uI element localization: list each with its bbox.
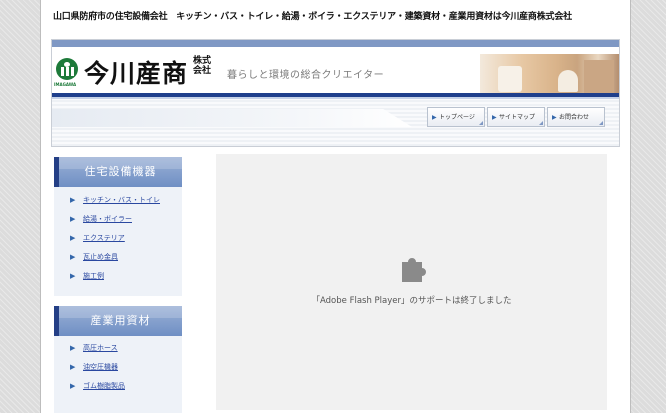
header-top-bar <box>52 40 619 47</box>
sidebar-item-label: 給湯・ボイラー <box>83 215 132 223</box>
nav-label: サイトマップ <box>499 114 536 121</box>
flash-unsupported-message: 「Adobe Flash Player」のサポートは終了しました <box>311 296 512 306</box>
sidebar-heading-industrial: 産業用資材 <box>54 306 182 336</box>
sidebar-item-label: キッチン・バス・トイレ <box>83 196 160 204</box>
sidebar-item-hydraulic[interactable]: ▶ 油空圧機器 <box>54 358 182 377</box>
corner-icon <box>539 121 543 125</box>
nav-arrow-icon: ▶ <box>432 114 437 121</box>
arrow-icon: ▶ <box>70 196 76 204</box>
corner-icon <box>479 121 483 125</box>
puzzle-piece-icon <box>402 258 426 282</box>
page-container: 山口県防府市の住宅設備会社 キッチン・バス・トイレ・給湯・ボイラ・エクステリア・… <box>40 0 631 413</box>
arrow-icon: ▶ <box>70 344 76 352</box>
sidebar-item-roof-hardware[interactable]: ▶ 瓦止め金具 <box>54 248 182 267</box>
sidebar-list-housing: ▶ キッチン・バス・トイレ ▶ 給湯・ボイラー ▶ エクステリア ▶ 瓦止め金具… <box>54 191 182 286</box>
sidebar-gap <box>54 296 182 306</box>
tagline: 暮らしと環境の総合クリエイター <box>227 70 385 81</box>
sidebar-item-hose[interactable]: ▶ 高圧ホース <box>54 339 182 358</box>
site-description: 山口県防府市の住宅設備会社 キッチン・バス・トイレ・給湯・ボイラ・エクステリア・… <box>53 12 572 22</box>
company-name[interactable]: 今川産商 <box>84 54 188 90</box>
logo-subtext: IMAGAWA <box>54 82 77 87</box>
sidebar-list-industrial: ▶ 高圧ホース ▶ 油空圧機器 ▶ ゴム樹脂製品 <box>54 339 182 396</box>
sidebar-item-examples[interactable]: ▶ 施工例 <box>54 267 182 286</box>
nav-top-page-button[interactable]: ▶ トップページ <box>427 107 485 127</box>
flash-placeholder[interactable]: 「Adobe Flash Player」のサポートは終了しました <box>216 154 607 410</box>
nav-label: お問合わせ <box>559 114 590 121</box>
sidebar-item-label: 施工例 <box>83 272 104 280</box>
arrow-icon: ▶ <box>70 363 76 371</box>
sidebar-heading-housing: 住宅設備機器 <box>54 157 182 187</box>
sidebar-item-label: 高圧ホース <box>83 344 118 352</box>
sidebar-item-label: 瓦止め金具 <box>83 253 118 261</box>
logo-area: IMAGAWA 今川産商 株式会社 暮らしと環境の総合クリエイター <box>52 47 619 100</box>
sidebar-item-boiler[interactable]: ▶ 給湯・ボイラー <box>54 210 182 229</box>
company-logo-icon[interactable] <box>56 58 78 80</box>
sidebar-item-exterior[interactable]: ▶ エクステリア <box>54 229 182 248</box>
sidebar-item-label: ゴム樹脂製品 <box>83 382 125 390</box>
nav-decoration <box>52 109 412 127</box>
site-header: IMAGAWA 今川産商 株式会社 暮らしと環境の総合クリエイター ▶ トップペ… <box>51 39 620 147</box>
arrow-icon: ▶ <box>70 253 76 261</box>
arrow-icon: ▶ <box>70 215 76 223</box>
sidebar-item-label: エクステリア <box>83 234 125 242</box>
nav-contact-button[interactable]: ▶ お問合わせ <box>547 107 605 127</box>
company-type: 株式会社 <box>192 56 211 76</box>
sidebar-item-label: 油空圧機器 <box>83 363 118 371</box>
nav-arrow-icon: ▶ <box>492 114 497 121</box>
corner-icon <box>599 121 603 125</box>
arrow-icon: ▶ <box>70 382 76 390</box>
global-nav: ▶ トップページ ▶ サイトマップ ▶ お問合わせ <box>52 99 619 146</box>
sidebar-item-rubber[interactable]: ▶ ゴム樹脂製品 <box>54 377 182 396</box>
sidebar: 住宅設備機器 ▶ キッチン・バス・トイレ ▶ 給湯・ボイラー ▶ エクステリア … <box>54 157 182 413</box>
arrow-icon: ▶ <box>70 272 76 280</box>
sidebar-item-kitchen[interactable]: ▶ キッチン・バス・トイレ <box>54 191 182 210</box>
arrow-icon: ▶ <box>70 234 76 242</box>
nav-arrow-icon: ▶ <box>552 114 557 121</box>
nav-label: トップページ <box>439 114 475 121</box>
nav-sitemap-button[interactable]: ▶ サイトマップ <box>487 107 545 127</box>
